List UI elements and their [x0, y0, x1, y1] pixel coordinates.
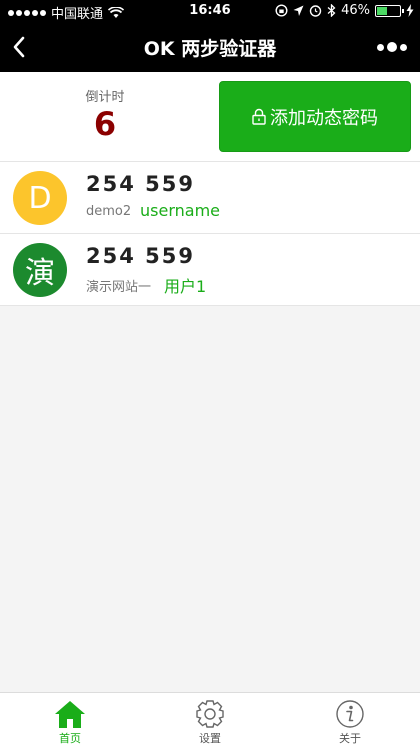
account-user: 用户1 — [164, 277, 207, 296]
tab-home-label: 首页 — [59, 732, 81, 745]
account-user: username — [140, 201, 220, 220]
otp-code: 254 559 — [86, 172, 195, 196]
alarm-icon — [309, 5, 322, 17]
otp-code: 254 559 — [86, 244, 195, 268]
more-button[interactable] — [374, 36, 410, 58]
countdown: 倒计时 6 — [60, 86, 150, 143]
gear-icon — [196, 700, 224, 728]
more-dot-icon — [387, 42, 397, 52]
add-password-label: 添加动态密码 — [270, 107, 378, 129]
site-name: 演示网站一 — [86, 280, 152, 295]
battery-fill — [377, 6, 388, 15]
bluetooth-icon — [327, 4, 336, 17]
tab-settings-label: 设置 — [199, 732, 221, 745]
more-dot-icon — [400, 43, 407, 51]
countdown-label: 倒计时 — [85, 90, 125, 105]
battery-icon — [375, 4, 404, 17]
home-icon — [55, 701, 85, 728]
account-row[interactable]: D 254 559 demo2 username — [0, 162, 420, 234]
status-right: 46% — [275, 3, 414, 18]
location-icon — [293, 5, 304, 16]
add-password-button[interactable]: 添加动态密码 — [219, 81, 411, 152]
rotation-lock-icon — [275, 4, 288, 17]
nav-bar: OK 两步验证器 — [0, 22, 420, 72]
account-list: D 254 559 demo2 username 演 254 559 演示网站一… — [0, 162, 420, 306]
account-row[interactable]: 演 254 559 演示网站一 用户1 — [0, 234, 420, 306]
avatar: 演 — [13, 243, 67, 297]
lock-icon — [252, 108, 266, 125]
tab-bar: 首页 设置 关于 — [0, 692, 420, 747]
site-name: demo2 — [86, 204, 132, 219]
charging-icon — [406, 4, 414, 17]
page-title: OK 两步验证器 — [143, 38, 277, 60]
avatar: D — [13, 171, 67, 225]
tab-home[interactable]: 首页 — [0, 693, 140, 747]
status-bar: 中国联通 16:46 46% — [0, 0, 420, 22]
tab-settings[interactable]: 设置 — [140, 693, 280, 747]
top-panel: 倒计时 6 添加动态密码 — [0, 72, 420, 162]
battery-percent: 46% — [341, 3, 370, 18]
tab-about[interactable]: 关于 — [280, 693, 420, 747]
tab-about-label: 关于 — [339, 732, 361, 745]
more-dot-icon — [377, 43, 384, 51]
info-icon — [336, 700, 364, 728]
countdown-value: 6 — [93, 105, 117, 143]
